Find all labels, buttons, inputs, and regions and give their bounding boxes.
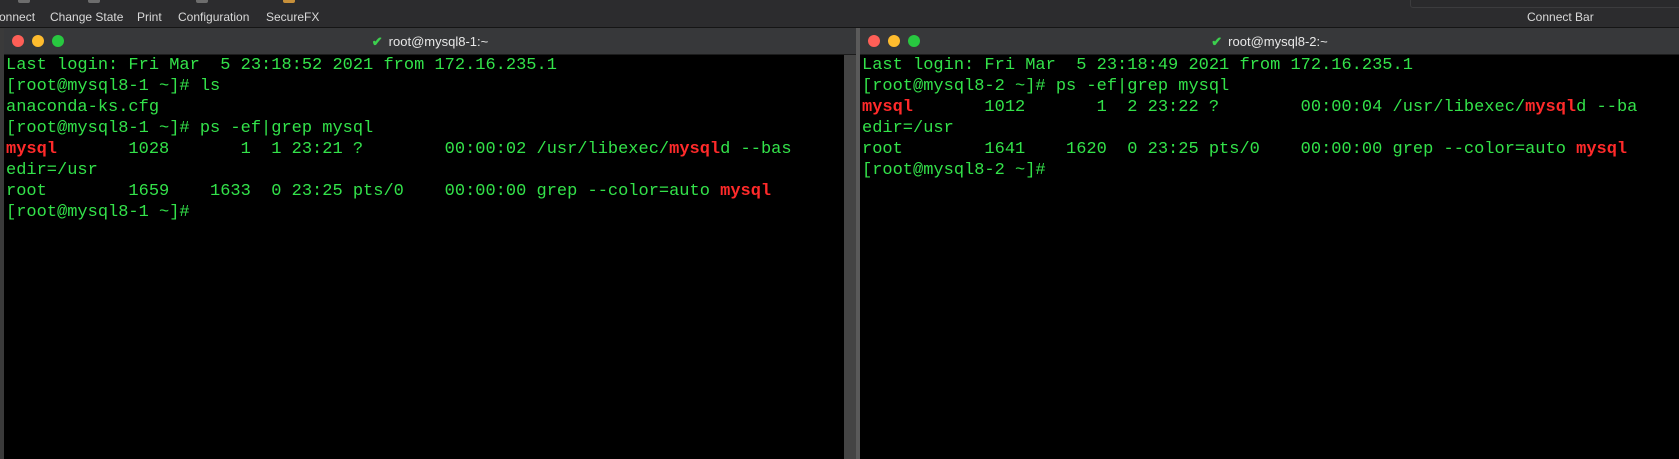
check-icon: ✔ <box>371 34 383 49</box>
terminal-line: mysql 1012 1 2 23:22 ? 00:00:04 /usr/lib… <box>862 97 1637 118</box>
terminal-pane-mysql8-1[interactable]: ✔ root@mysql8-1:~ Last login: Fri Mar 5 2… <box>4 28 856 459</box>
highlight-match: mysql <box>1576 140 1628 159</box>
highlight-match: mysql <box>862 98 914 117</box>
terminal-text: edir=/usr <box>862 119 954 138</box>
terminal-text: [root@mysql8-2 ~]# <box>862 161 1046 180</box>
terminal-text: edir=/usr <box>6 161 98 180</box>
configuration-icon <box>196 0 208 3</box>
connect-bar-label: Connect Bar <box>1527 10 1594 24</box>
terminal-line: Last login: Fri Mar 5 23:18:49 2021 from… <box>862 55 1637 76</box>
terminal-text: d --ba <box>1576 98 1638 117</box>
highlight-match: mysql <box>1525 98 1577 117</box>
pane-titlebar: ✔ root@mysql8-1:~ <box>4 28 856 55</box>
terminal-line: root 1641 1620 0 23:25 pts/0 00:00:00 gr… <box>862 139 1637 160</box>
terminal-text: d --bas <box>720 140 792 159</box>
terminal-output[interactable]: Last login: Fri Mar 5 23:18:49 2021 from… <box>862 55 1637 181</box>
pane-title-text: root@mysql8-2:~ <box>1228 34 1328 49</box>
check-icon: ✔ <box>1211 34 1223 49</box>
connect-icon <box>18 0 30 3</box>
terminal-text: Last login: Fri Mar 5 23:18:52 2021 from… <box>6 56 557 75</box>
terminal-line: Last login: Fri Mar 5 23:18:52 2021 from… <box>6 55 792 76</box>
highlight-match: mysql <box>6 140 58 159</box>
toolbar-securefx-button[interactable]: SecureFX <box>266 10 319 24</box>
terminal-pane-mysql8-2[interactable]: ✔ root@mysql8-2:~ Last login: Fri Mar 5 2… <box>860 28 1679 459</box>
terminal-text: root 1659 1633 0 23:25 pts/0 00:00:00 gr… <box>6 182 721 201</box>
terminal-line: [root@mysql8-1 ~]# <box>6 202 792 223</box>
securefx-icon <box>283 0 295 3</box>
terminal-text: anaconda-ks.cfg <box>6 98 160 117</box>
highlight-match: mysql <box>720 182 772 201</box>
terminal-output[interactable]: Last login: Fri Mar 5 23:18:52 2021 from… <box>6 55 792 223</box>
highlight-match: mysql <box>669 140 721 159</box>
toolbar-connect-button[interactable]: onnect <box>0 10 35 24</box>
terminal-line: [root@mysql8-1 ~]# ps -ef|grep mysql <box>6 118 792 139</box>
scrollbar[interactable] <box>844 55 856 459</box>
terminal-text: [root@mysql8-2 ~]# ps -ef|grep mysql <box>862 77 1230 96</box>
terminal-line: [root@mysql8-2 ~]# ps -ef|grep mysql <box>862 76 1637 97</box>
terminal-text: root 1641 1620 0 23:25 pts/0 00:00:00 gr… <box>862 140 1577 159</box>
pane-title: ✔ root@mysql8-1:~ <box>4 34 856 50</box>
terminal-line: [root@mysql8-2 ~]# <box>862 160 1637 181</box>
toolbar-print-button[interactable]: Print <box>137 10 162 24</box>
terminal-text: Last login: Fri Mar 5 23:18:49 2021 from… <box>862 56 1413 75</box>
terminal-text: [root@mysql8-1 ~]# <box>6 203 190 222</box>
terminal-text: 1028 1 1 23:21 ? 00:00:02 /usr/libexec/ <box>57 140 670 159</box>
pane-titlebar: ✔ root@mysql8-2:~ <box>860 28 1679 55</box>
toolbar-change-state-button[interactable]: Change State <box>50 10 123 24</box>
terminal-line: root 1659 1633 0 23:25 pts/0 00:00:00 gr… <box>6 181 792 202</box>
terminal-text: [root@mysql8-1 ~]# ps -ef|grep mysql <box>6 119 374 138</box>
toolbar-configuration-button[interactable]: Configuration <box>178 10 249 24</box>
terminal-line: [root@mysql8-1 ~]# ls <box>6 76 792 97</box>
terminal-line: edir=/usr <box>862 118 1637 139</box>
app-toolbar: onnect Change State Print Configuration … <box>0 0 1679 28</box>
terminal-line: edir=/usr <box>6 160 792 181</box>
connect-bar-input[interactable] <box>1410 0 1679 8</box>
terminal-line: anaconda-ks.cfg <box>6 97 792 118</box>
terminal-text: 1012 1 2 23:22 ? 00:00:04 /usr/libexec/ <box>913 98 1526 117</box>
change-state-icon <box>88 0 100 3</box>
pane-title: ✔ root@mysql8-2:~ <box>860 34 1679 50</box>
pane-title-text: root@mysql8-1:~ <box>388 34 489 49</box>
terminal-text: [root@mysql8-1 ~]# ls <box>6 77 221 96</box>
terminal-line: mysql 1028 1 1 23:21 ? 00:00:02 /usr/lib… <box>6 139 792 160</box>
